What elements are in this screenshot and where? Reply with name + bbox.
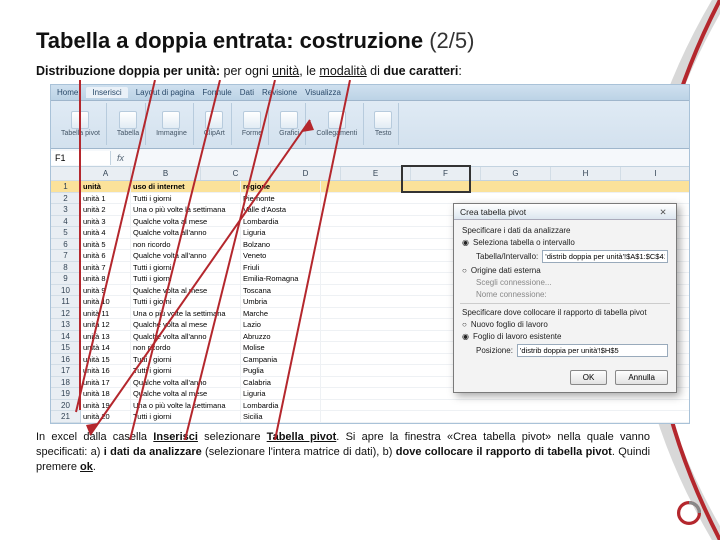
caption: In excel dalla casella Inserisci selezio… xyxy=(36,430,688,475)
opt-select-range[interactable]: Seleziona tabella o intervallo xyxy=(473,238,575,247)
label-position: Posizione: xyxy=(476,346,513,355)
row-header[interactable]: 3 xyxy=(51,204,80,216)
table-row[interactable]: unitàuso di internetregione xyxy=(81,181,689,193)
ribbon-group[interactable]: Forme xyxy=(236,103,269,145)
subheading: Distribuzione doppia per unità: per ogni… xyxy=(36,64,688,78)
cancel-button[interactable]: Annulla xyxy=(615,370,668,385)
ribbon-group[interactable]: ClipArt xyxy=(198,103,232,145)
ribbon-icon xyxy=(71,111,89,129)
ribbon-tabs[interactable]: Home Inserisci Layout di pagina Formule Dati… xyxy=(51,85,689,101)
column-headers: ABCDEFGHIJK xyxy=(81,167,689,181)
radio-icon[interactable]: ◉ xyxy=(462,332,469,341)
ribbon-group[interactable]: Tabella xyxy=(111,103,146,145)
row-header[interactable]: 5 xyxy=(51,227,80,239)
radio-icon[interactable]: ○ xyxy=(462,266,467,275)
table-row[interactable]: unità 19Una o più volte la settimanaLomb… xyxy=(81,400,689,412)
col-header[interactable]: C xyxy=(201,167,271,180)
ribbon-icon xyxy=(328,111,346,129)
ribbon-group[interactable]: Testo xyxy=(368,103,399,145)
opt-new-sheet[interactable]: Nuovo foglio di lavoro xyxy=(471,320,548,329)
row-header[interactable]: 14 xyxy=(51,331,80,343)
row-header[interactable]: 17 xyxy=(51,365,80,377)
ribbon-group[interactable]: Tabella pivot xyxy=(55,103,107,145)
ribbon-tab[interactable]: Layout di pagina xyxy=(136,88,195,97)
table-row[interactable]: unità 20Tutti i giorniSicilia xyxy=(81,411,689,423)
label-range: Tabella/Intervallo: xyxy=(476,252,538,261)
dialog-title: Crea tabella pivot xyxy=(460,204,526,219)
row-header[interactable]: 6 xyxy=(51,239,80,251)
ribbon-tab[interactable]: Revisione xyxy=(262,88,297,97)
ribbon-group[interactable]: Grafici xyxy=(273,103,306,145)
ribbon-groups: Tabella pivotTabellaImmagineClipArtForme… xyxy=(51,101,689,147)
ribbon-tab[interactable]: Dati xyxy=(240,88,254,97)
row-header[interactable]: 20 xyxy=(51,400,80,412)
ribbon-tab[interactable]: Inserisci xyxy=(86,87,127,98)
subhead-strong: Distribuzione doppia per unità: xyxy=(36,64,220,78)
radio-icon[interactable]: ○ xyxy=(462,320,467,329)
conn-name-label: Nome connessione: xyxy=(476,290,547,299)
row-header[interactable]: 13 xyxy=(51,319,80,331)
col-header[interactable]: A xyxy=(81,167,131,180)
ribbon-group[interactable]: Immagine xyxy=(150,103,194,145)
opt-existing-sheet[interactable]: Foglio di lavoro esistente xyxy=(473,332,562,341)
row-header[interactable]: 8 xyxy=(51,262,80,274)
row-header[interactable]: 4 xyxy=(51,216,80,228)
opt-external[interactable]: Origine dati esterna xyxy=(471,266,541,275)
slide-pager: (2/5) xyxy=(429,28,474,53)
excel-window: Home Inserisci Layout di pagina Formule Dati… xyxy=(50,84,690,424)
ok-button[interactable]: OK xyxy=(570,370,608,385)
close-icon[interactable]: ✕ xyxy=(656,204,670,219)
ribbon-tab[interactable]: Formule xyxy=(202,88,231,97)
ribbon-icon xyxy=(162,111,180,129)
title-text: Tabella a doppia entrata: costruzione xyxy=(36,28,423,53)
ribbon-icon xyxy=(205,111,223,129)
slide-title: Tabella a doppia entrata: costruzione (2… xyxy=(36,28,688,54)
col-header[interactable]: D xyxy=(271,167,341,180)
dialog-section2: Specificare dove collocare il rapporto d… xyxy=(462,308,668,317)
ribbon-group[interactable]: Collegamenti xyxy=(310,103,364,145)
choose-connection-button: Scegli connessione... xyxy=(476,278,552,287)
logo-icon xyxy=(676,500,702,526)
row-headers: 123456789101112131415161718192021 xyxy=(51,167,81,423)
row-header[interactable]: 21 xyxy=(51,411,80,423)
pivot-dialog[interactable]: Crea tabella pivot ✕ Specificare i dati … xyxy=(453,203,677,393)
row-header[interactable]: 10 xyxy=(51,285,80,297)
row-header[interactable]: 15 xyxy=(51,342,80,354)
row-header[interactable]: 7 xyxy=(51,250,80,262)
ribbon-icon xyxy=(280,111,298,129)
ribbon: Home Inserisci Layout di pagina Formule Dati… xyxy=(51,85,689,149)
col-header[interactable]: I xyxy=(621,167,689,180)
row-header[interactable]: 9 xyxy=(51,273,80,285)
col-header[interactable]: H xyxy=(551,167,621,180)
row-header[interactable]: 11 xyxy=(51,296,80,308)
row-header[interactable]: 18 xyxy=(51,377,80,389)
name-box[interactable]: F1 xyxy=(51,151,111,165)
dialog-section1: Specificare i dati da analizzare xyxy=(462,226,668,235)
position-input[interactable] xyxy=(517,344,668,357)
row-header[interactable]: 12 xyxy=(51,308,80,320)
col-header[interactable]: F xyxy=(411,167,481,180)
dialog-titlebar: Crea tabella pivot ✕ xyxy=(454,204,676,220)
col-header[interactable]: B xyxy=(131,167,201,180)
ribbon-icon xyxy=(374,111,392,129)
ribbon-icon xyxy=(243,111,261,129)
ribbon-tab[interactable]: Home xyxy=(57,88,78,97)
fx-label: fx xyxy=(111,153,130,163)
ribbon-tab[interactable]: Visualizza xyxy=(305,88,341,97)
ribbon-icon xyxy=(119,111,137,129)
col-header[interactable]: E xyxy=(341,167,411,180)
row-header[interactable]: 1 xyxy=(51,181,80,193)
col-header[interactable]: G xyxy=(481,167,551,180)
formula-bar: F1 fx xyxy=(51,149,689,167)
row-header[interactable]: 2 xyxy=(51,193,80,205)
range-input[interactable] xyxy=(542,250,668,263)
radio-icon[interactable]: ◉ xyxy=(462,238,469,247)
row-header[interactable]: 16 xyxy=(51,354,80,366)
row-header[interactable]: 19 xyxy=(51,388,80,400)
